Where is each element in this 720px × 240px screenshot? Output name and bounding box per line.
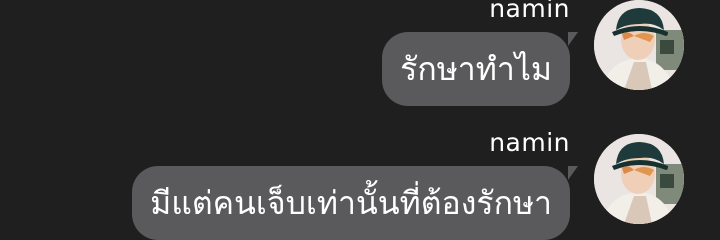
message-text: รักษาทำไม [400, 50, 552, 88]
avatar-photo-icon [594, 0, 684, 90]
sender-name: namin [489, 0, 570, 23]
message-bubble[interactable]: รักษาทำไม [382, 32, 578, 106]
sender-name: namin [489, 128, 570, 157]
chat-area: namin รักษาทำไม namin มีแต่คนเจ็บเท่านั้… [0, 0, 720, 240]
message-bubble[interactable]: มีแต่คนเจ็บเท่านั้นที่ต้องรักษา [132, 166, 578, 240]
message-text: มีแต่คนเจ็บเท่านั้นที่ต้องรักษา [150, 184, 552, 222]
user-avatar[interactable] [594, 0, 684, 90]
user-avatar[interactable] [594, 134, 684, 224]
avatar-photo-icon [594, 134, 684, 224]
